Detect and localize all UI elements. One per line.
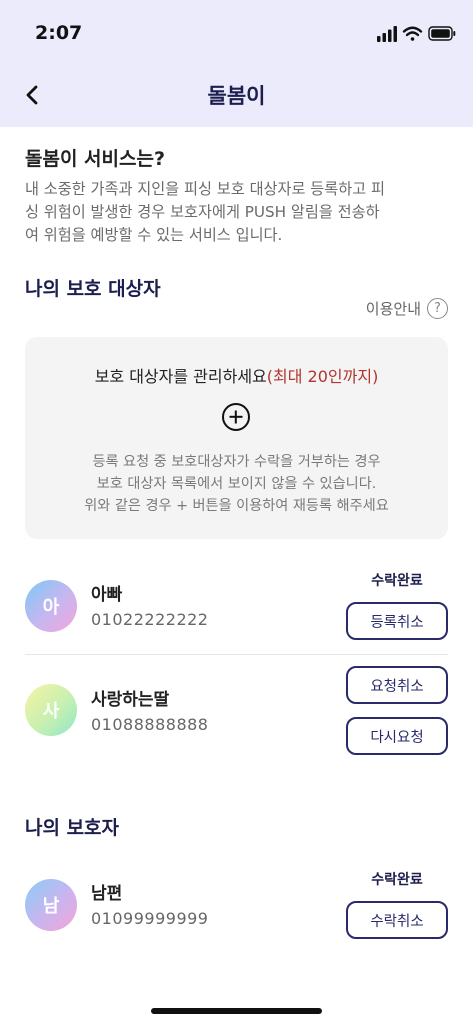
avatar: 아	[25, 580, 77, 632]
person-phone: 01099999999	[91, 909, 209, 928]
avatar: 남	[25, 879, 77, 931]
note-line: 위와 같은 경우 + 버튼을 이용하여 재등록 해주세요	[84, 498, 389, 514]
divider	[25, 654, 448, 655]
person-name: 아빠	[91, 585, 123, 605]
note-line: 보호 대상자 목록에서 보이지 않을 수 있습니다.	[96, 476, 377, 492]
status-badge: 수락완료	[371, 573, 423, 589]
avatar: 사	[25, 684, 77, 736]
manage-card-notes: 등록 요청 중 보호대상자가 수락을 거부하는 경우 보호 대상자 목록에서 보…	[25, 451, 448, 517]
page-title: 돌봄이	[207, 84, 266, 108]
help-icon: ?	[427, 298, 448, 319]
intro-title: 돌봄이 서비스는?	[25, 148, 165, 170]
manage-title-text: 보호 대상자를 관리하세요	[94, 367, 267, 386]
intro-line: 내 소중한 가족과 지인을 피싱 보호 대상자로 등록하고 피	[25, 180, 385, 198]
wifi-icon	[402, 26, 423, 41]
intro-line: 싱 위험이 발생한 경우 보호자에게 PUSH 알림을 전송하	[25, 203, 380, 221]
manage-card: 보호 대상자를 관리하세요(최대 20인까지) 등록 요청 중 보호대상자가 수…	[25, 337, 448, 539]
cancel-request-button[interactable]: 요청취소	[346, 666, 448, 704]
status-time: 2:07	[35, 22, 83, 44]
manage-limit-text: (최대 20인까지)	[266, 367, 379, 386]
person-phone: 01088888888	[91, 715, 209, 734]
note-line: 등록 요청 중 보호대상자가 수락을 거부하는 경우	[92, 454, 381, 470]
home-indicator	[151, 1008, 322, 1014]
person-phone: 01022222222	[91, 610, 209, 629]
add-protected-button[interactable]	[222, 403, 250, 431]
battery-icon	[428, 26, 456, 41]
usage-guide-label: 이용안내	[365, 300, 421, 318]
person-name: 남편	[91, 884, 123, 904]
person-name: 사랑하는딸	[91, 690, 170, 710]
intro-line: 여 위험을 예방할 수 있는 서비스 입니다.	[25, 226, 283, 244]
status-icons	[377, 26, 456, 42]
resend-request-button[interactable]: 다시요청	[346, 717, 448, 755]
cancel-registration-button[interactable]: 등록취소	[346, 602, 448, 640]
intro-description: 내 소중한 가족과 지인을 피싱 보호 대상자로 등록하고 피 싱 위험이 발생…	[25, 178, 453, 247]
signal-icon	[377, 26, 397, 42]
usage-guide-link[interactable]: 이용안내 ?	[366, 298, 448, 319]
status-badge: 수락완료	[371, 872, 423, 888]
top-header: 2:07 돌봄이	[0, 0, 473, 127]
cancel-acceptance-button[interactable]: 수락취소	[346, 901, 448, 939]
manage-card-title: 보호 대상자를 관리하세요(최대 20인까지)	[25, 363, 448, 387]
guardians-section-title: 나의 보호자	[25, 817, 120, 839]
protected-section-title: 나의 보호 대상자	[25, 278, 161, 300]
